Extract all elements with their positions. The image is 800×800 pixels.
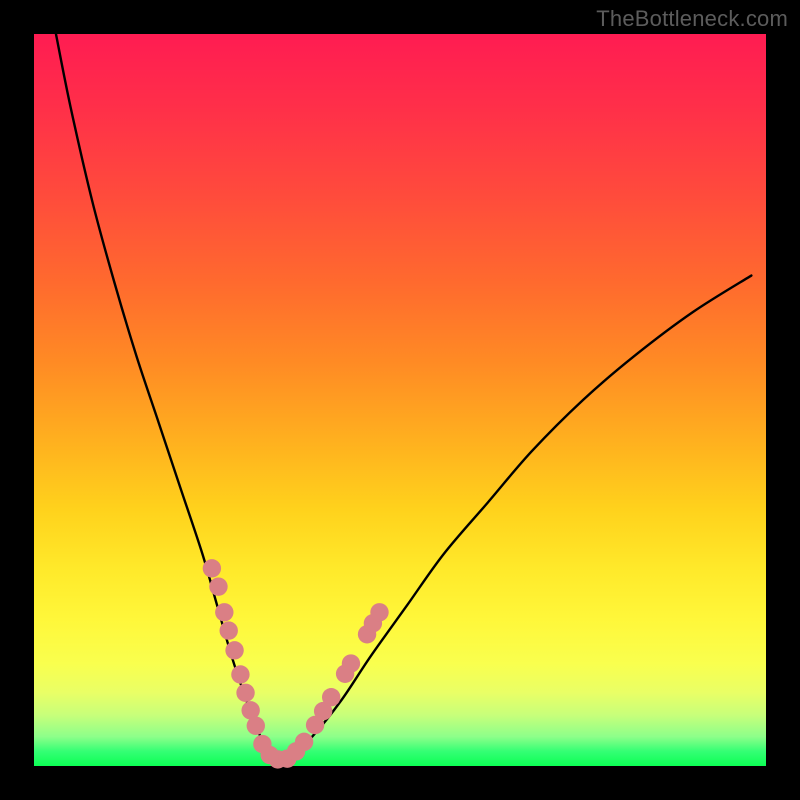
curve-marker (342, 654, 360, 672)
watermark-text: TheBottleneck.com (596, 6, 788, 32)
curve-marker (247, 717, 265, 735)
curve-marker (203, 559, 221, 577)
curve-marker (215, 603, 233, 621)
curve-marker (220, 621, 238, 639)
plot-area (34, 34, 766, 766)
curve-markers (203, 559, 389, 768)
curve-marker (225, 641, 243, 659)
curve-marker (236, 684, 254, 702)
curve-svg (34, 34, 766, 766)
curve-marker (322, 688, 340, 706)
bottleneck-curve (56, 34, 751, 761)
curve-marker (209, 577, 227, 595)
chart-frame: TheBottleneck.com (0, 0, 800, 800)
curve-marker (370, 603, 388, 621)
curve-marker (295, 733, 313, 751)
curve-marker (231, 665, 249, 683)
